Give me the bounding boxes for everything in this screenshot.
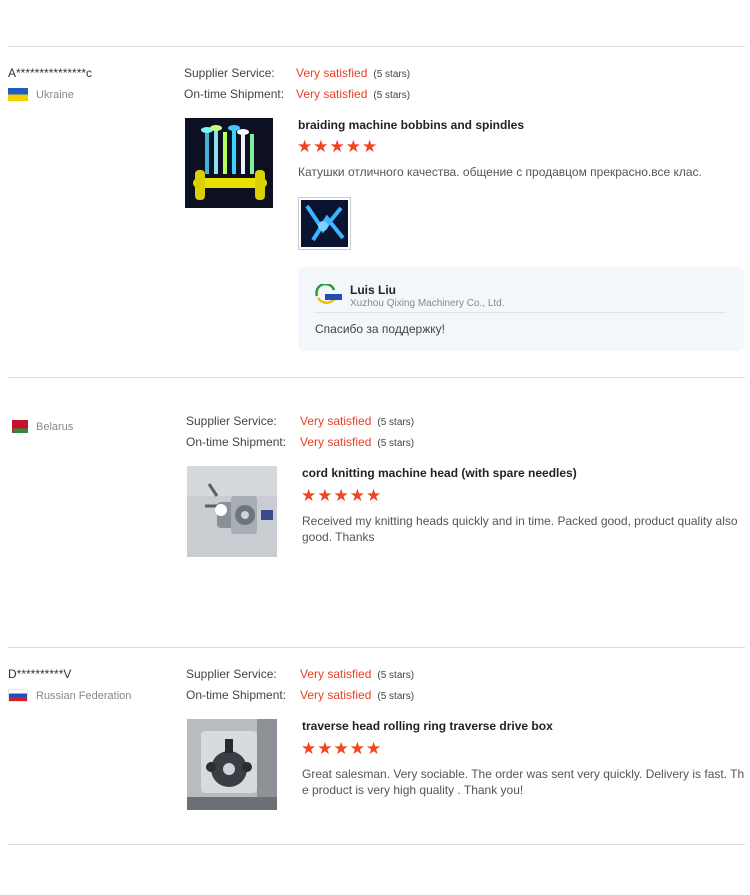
review-divider bbox=[8, 844, 745, 845]
supplier-service-label: Supplier Service: bbox=[186, 667, 277, 681]
shipment-rating: On-time Shipment: Very satisfied (5 stars) bbox=[184, 87, 410, 101]
product-image[interactable] bbox=[185, 118, 273, 208]
company-logo-icon bbox=[314, 282, 342, 305]
review-text: Great salesman. Very sociable. The order… bbox=[302, 767, 745, 797]
buyer-name: D**********V bbox=[8, 667, 72, 681]
supplier-service-label: Supplier Service: bbox=[184, 66, 275, 80]
buyer-name: A***************c bbox=[8, 66, 93, 80]
country-label: Belarus bbox=[36, 420, 74, 433]
shipment-label: On-time Shipment: bbox=[186, 435, 287, 449]
country-label: Ukraine bbox=[36, 88, 74, 101]
product-title[interactable]: braiding machine bobbins and spindles bbox=[298, 118, 524, 132]
product-image[interactable] bbox=[187, 719, 277, 810]
belarus-flag-icon bbox=[8, 420, 28, 433]
supplier-reply: Luis Liu Xuzhou Qixing Machinery Co., Lt… bbox=[298, 267, 744, 351]
ukraine-flag-icon bbox=[8, 88, 28, 101]
product-title[interactable]: cord knitting machine head (with spare n… bbox=[302, 466, 577, 480]
supplier-service-stars: (5 stars) bbox=[377, 670, 415, 681]
product-title[interactable]: traverse head rolling ring traverse driv… bbox=[302, 719, 553, 733]
reply-divider bbox=[314, 312, 726, 313]
supplier-service-rating: Supplier Service: Very satisfied (5 stars) bbox=[186, 667, 414, 681]
supplier-service-value: Very satisfied bbox=[300, 667, 372, 681]
shipment-stars: (5 stars) bbox=[377, 438, 415, 449]
supplier-service-label: Supplier Service: bbox=[186, 414, 277, 428]
shipment-label: On-time Shipment: bbox=[186, 688, 287, 702]
russia-flag-icon bbox=[8, 689, 28, 702]
buyer-country: Russian Federation bbox=[8, 689, 131, 702]
supplier-service-value: Very satisfied bbox=[300, 414, 372, 428]
review-stars: ★★★★★ bbox=[297, 137, 379, 156]
country-label: Russian Federation bbox=[36, 689, 132, 702]
reply-author-name: Luis Liu bbox=[350, 283, 396, 297]
review-photo[interactable] bbox=[298, 197, 351, 250]
buyer-country: Belarus bbox=[8, 420, 73, 433]
shipment-rating: On-time Shipment: Very satisfied (5 stars) bbox=[186, 688, 414, 702]
shipment-label: On-time Shipment: bbox=[184, 87, 285, 101]
supplier-service-stars: (5 stars) bbox=[377, 417, 415, 428]
review-text: Катушки отличного качества. общение с пр… bbox=[298, 165, 702, 179]
supplier-service-rating: Supplier Service: Very satisfied (5 stars) bbox=[186, 414, 414, 428]
review-stars: ★★★★★ bbox=[301, 739, 383, 758]
reply-company-name: Xuzhou Qixing Machinery Co., Ltd. bbox=[350, 298, 505, 309]
review-divider bbox=[8, 647, 745, 648]
shipment-value: Very satisfied bbox=[296, 87, 368, 101]
shipment-rating: On-time Shipment: Very satisfied (5 stars) bbox=[186, 435, 414, 449]
supplier-service-rating: Supplier Service: Very satisfied (5 stars) bbox=[184, 66, 410, 80]
buyer-country: Ukraine bbox=[8, 88, 74, 101]
shipment-stars: (5 stars) bbox=[373, 90, 411, 101]
shipment-value: Very satisfied bbox=[300, 688, 372, 702]
review-divider bbox=[8, 377, 745, 378]
reply-text: Спасибо за поддержку! bbox=[315, 322, 445, 336]
review-text: Received my knitting heads quickly and i… bbox=[302, 514, 738, 544]
review-stars: ★★★★★ bbox=[301, 486, 383, 505]
shipment-value: Very satisfied bbox=[300, 435, 372, 449]
review-divider bbox=[8, 46, 745, 47]
supplier-service-value: Very satisfied bbox=[296, 66, 368, 80]
shipment-stars: (5 stars) bbox=[377, 691, 415, 702]
product-image[interactable] bbox=[187, 466, 277, 557]
supplier-service-stars: (5 stars) bbox=[373, 69, 411, 80]
